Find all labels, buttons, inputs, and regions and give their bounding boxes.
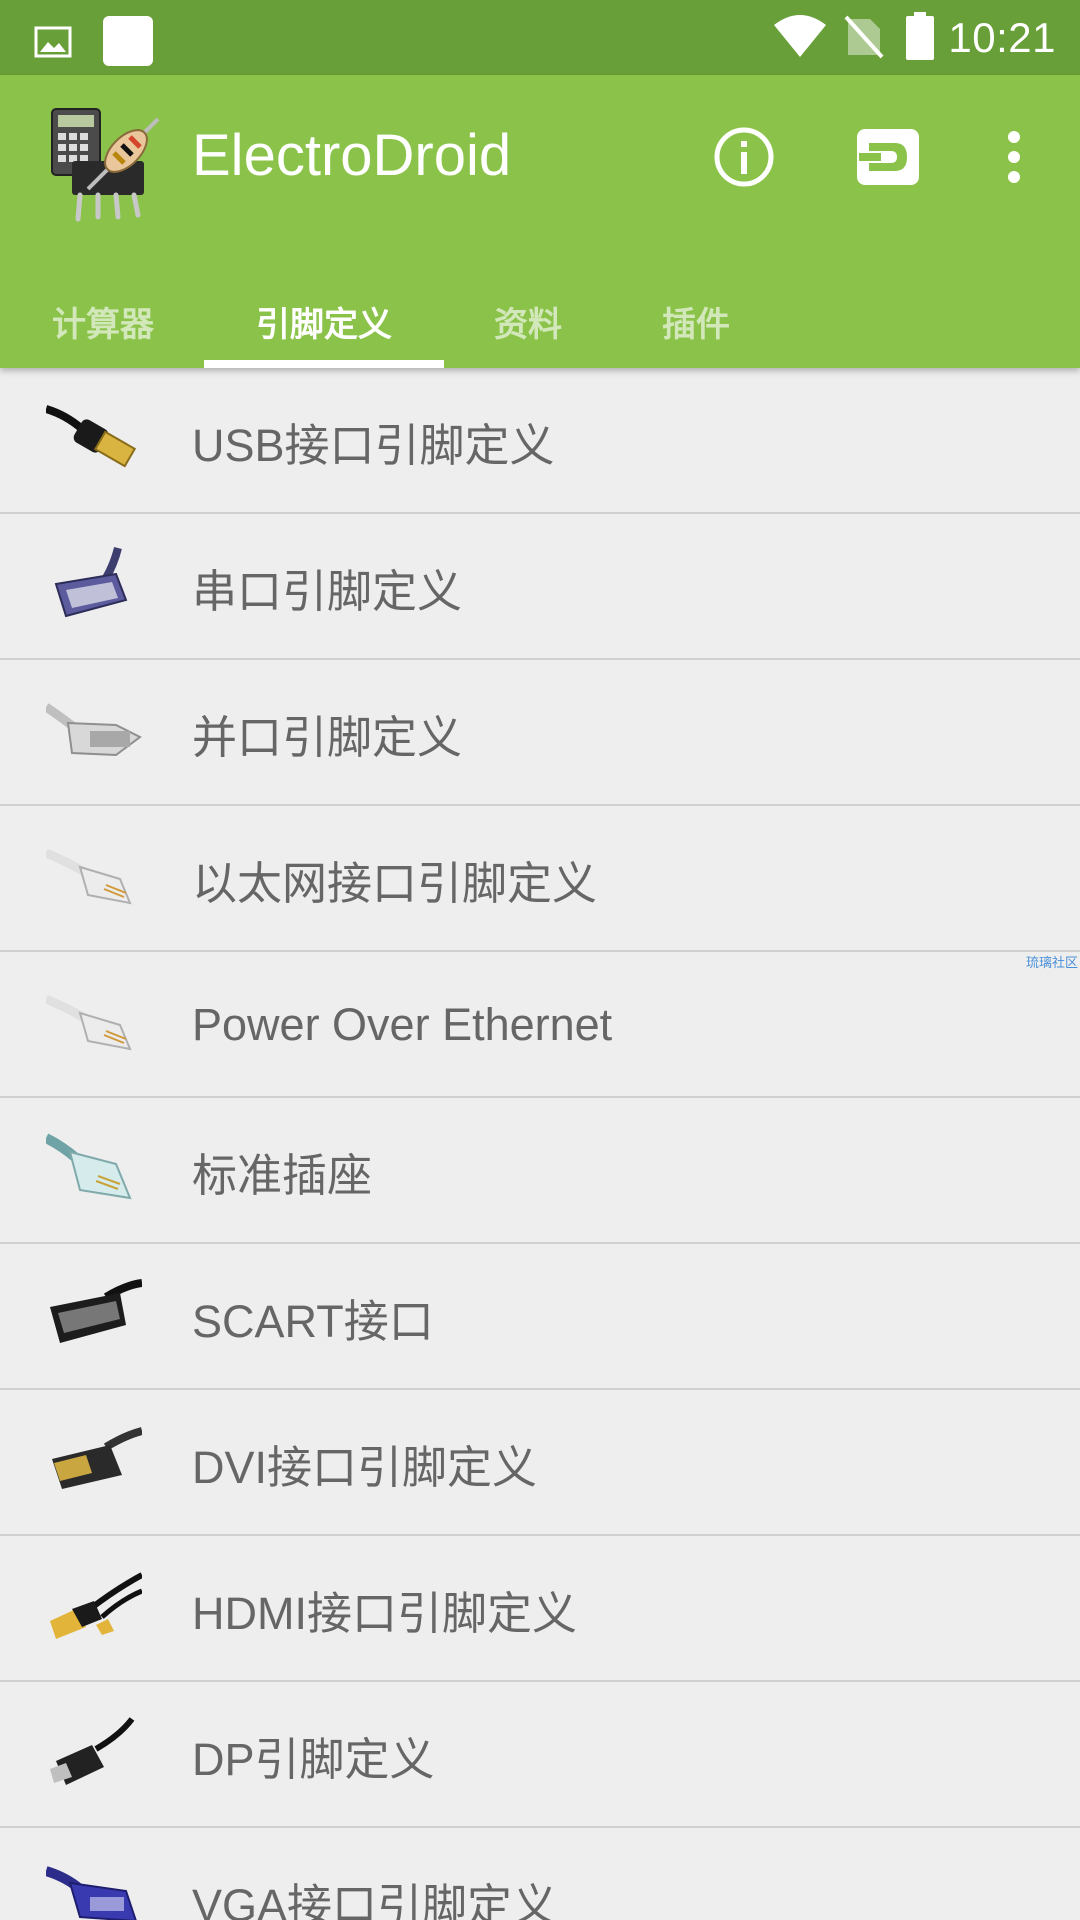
list-item-vga[interactable]: VGA接口引脚定义: [0, 1828, 1080, 1920]
status-bar-right: 10:21: [772, 10, 1056, 66]
more-vert-icon: [1006, 129, 1022, 189]
wifi-icon: [772, 13, 828, 63]
list-item-label: VGA接口引脚定义: [192, 1879, 558, 1920]
app-bar: ElectroDroid 计算器 引脚定义 资料 插件: [0, 75, 1080, 368]
tab-pinouts[interactable]: 引脚定义: [204, 274, 444, 368]
dvi-connector-icon: [44, 1420, 144, 1506]
list-item-label: SCART接口: [192, 1295, 434, 1347]
list-item-label: 并口引脚定义: [192, 711, 463, 763]
poe-connector-icon: [44, 982, 144, 1068]
phone-jack-icon: [44, 1128, 144, 1214]
list-item-parallel[interactable]: 并口引脚定义: [0, 660, 1080, 806]
list-item-ethernet[interactable]: 以太网接口引脚定义: [0, 806, 1080, 952]
list-item-hdmi[interactable]: HDMI接口引脚定义: [0, 1536, 1080, 1682]
plugin-button[interactable]: [848, 119, 928, 199]
info-button[interactable]: [704, 119, 784, 199]
displayport-connector-icon: [44, 1712, 144, 1798]
list-item-scart[interactable]: SCART接口: [0, 1244, 1080, 1390]
plugin-icon: [855, 127, 921, 191]
list-item-phone-jack[interactable]: 标准插座: [0, 1098, 1080, 1244]
tab-plugins[interactable]: 插件: [636, 274, 756, 368]
list-item-label: USB接口引脚定义: [192, 419, 555, 471]
vga-connector-icon: [44, 1858, 144, 1920]
serial-connector-icon: [44, 544, 144, 630]
tab-resources[interactable]: 资料: [468, 274, 588, 368]
more-options-button[interactable]: [974, 119, 1054, 199]
list-item-serial[interactable]: 串口引脚定义: [0, 514, 1080, 660]
status-bar: 10:21: [0, 0, 1080, 75]
list-item-label: 串口引脚定义: [192, 565, 463, 617]
status-bar-left: [34, 16, 154, 72]
list-item-label: 标准插座: [192, 1149, 373, 1201]
ethernet-connector-icon: [44, 836, 144, 922]
scart-connector-icon: [44, 1274, 144, 1360]
status-time: 10:21: [948, 14, 1056, 61]
list-item-label: HDMI接口引脚定义: [192, 1587, 577, 1639]
parallel-connector-icon: [44, 690, 144, 776]
image-icon: [34, 24, 72, 64]
list-item-label: 以太网接口引脚定义: [192, 857, 598, 909]
list-item-label: DP引脚定义: [192, 1733, 435, 1785]
app-title: ElectroDroid: [192, 123, 512, 188]
watermark: 琉璃社区: [1025, 956, 1078, 971]
info-icon: [713, 126, 775, 192]
list-item-displayport[interactable]: DP引脚定义: [0, 1682, 1080, 1828]
list-item-label: Power Over Ethernet: [192, 999, 613, 1050]
list-item-usb[interactable]: USB接口引脚定义: [0, 368, 1080, 514]
tab-bar: 计算器 引脚定义 资料 插件: [0, 274, 1080, 368]
tab-calculator[interactable]: 计算器: [28, 274, 178, 368]
list-item-label: DVI接口引脚定义: [192, 1441, 538, 1493]
pinout-list: USB接口引脚定义 串口引脚定义 并口引脚定义 以太网接口引脚定义 Power …: [0, 368, 1080, 1920]
list-item-dvi[interactable]: DVI接口引脚定义: [0, 1390, 1080, 1536]
battery-icon: [906, 12, 935, 64]
usb-connector-icon: [44, 398, 144, 484]
hdmi-connector-icon: [44, 1566, 144, 1652]
tab-indicator: [204, 360, 444, 368]
app-logo-icon: [48, 103, 170, 225]
no-sim-icon: [844, 13, 884, 63]
notification-square-icon: [102, 16, 154, 72]
list-item-poe[interactable]: Power Over Ethernet: [0, 952, 1080, 1098]
